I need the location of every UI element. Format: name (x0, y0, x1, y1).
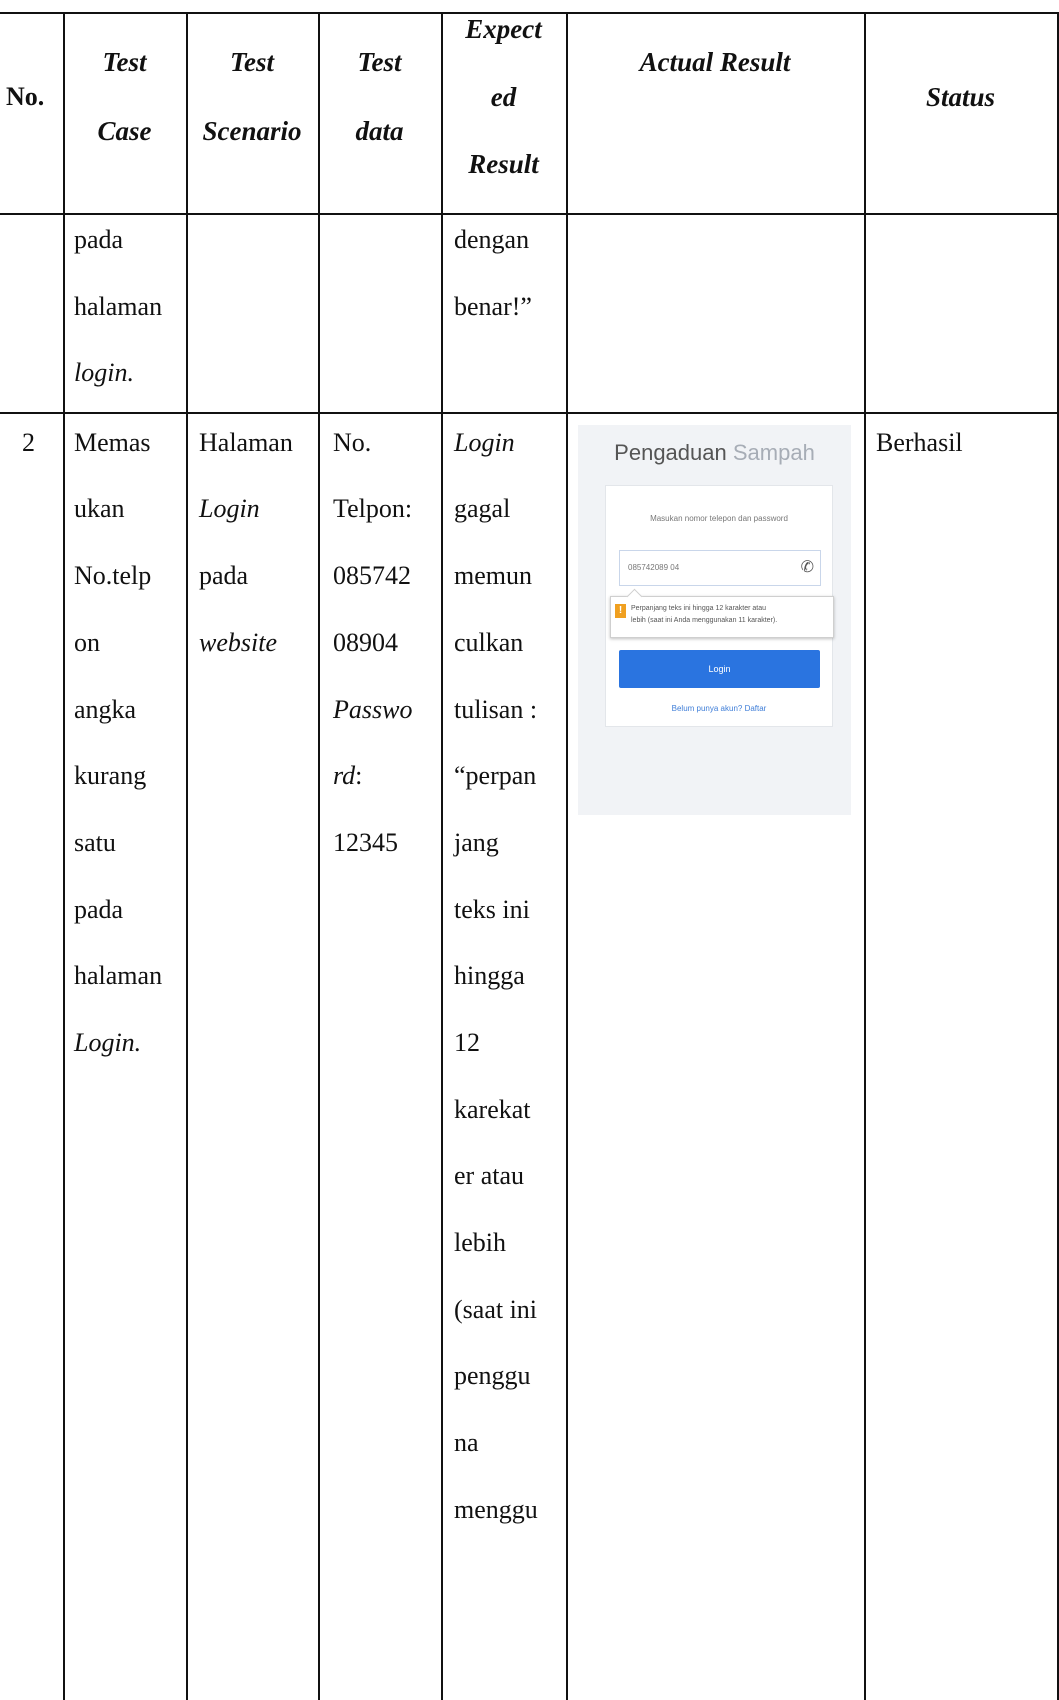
tooltip-arrow (626, 588, 643, 605)
header-test-case: Test Case (97, 47, 152, 146)
validation-tooltip: ! Perpanjang teks ini hingga 12 karakter… (610, 588, 834, 638)
header-status: Status (925, 82, 996, 112)
register-link[interactable]: Belum punya akun? Daftar (606, 704, 832, 713)
header-expected-result: Expect ed Result (465, 14, 542, 179)
column-divider (318, 12, 320, 1700)
row-divider (0, 213, 1059, 215)
column-divider (63, 12, 65, 1700)
test-case-table: No. Test Case Test Scenario Test data Ex… (0, 0, 1059, 1700)
header-test-scenario: Test Scenario (202, 47, 302, 146)
phone-input[interactable]: 085742089 04 ✆ (619, 550, 821, 586)
column-divider (186, 12, 188, 1700)
row2-status: Berhasil (876, 428, 963, 457)
header-no: No. (6, 82, 45, 111)
actual-result-screenshot: Pengaduan Sampah Masukan nomor telepon d… (578, 425, 851, 815)
app-title: Pengaduan Sampah (614, 440, 815, 465)
phone-input-value: 085742089 04 (628, 563, 680, 572)
phone-icon: ✆ (800, 559, 814, 576)
header-actual-result: Actual Result (639, 47, 791, 77)
column-divider (864, 12, 866, 1700)
row2-no: 2 (22, 428, 35, 457)
header-test-data: Test data (355, 47, 404, 146)
login-hint: Masukan nomor telepon dan password (650, 514, 788, 523)
warning-icon: ! (615, 604, 626, 618)
column-divider (566, 12, 568, 1700)
tooltip-text: Perpanjang teks ini hingga 12 karakter a… (631, 605, 778, 624)
row-divider (0, 412, 1059, 414)
column-divider (441, 12, 443, 1700)
login-button[interactable]: Login (619, 650, 820, 688)
login-card: Masukan nomor telepon dan password 08574… (605, 485, 834, 727)
